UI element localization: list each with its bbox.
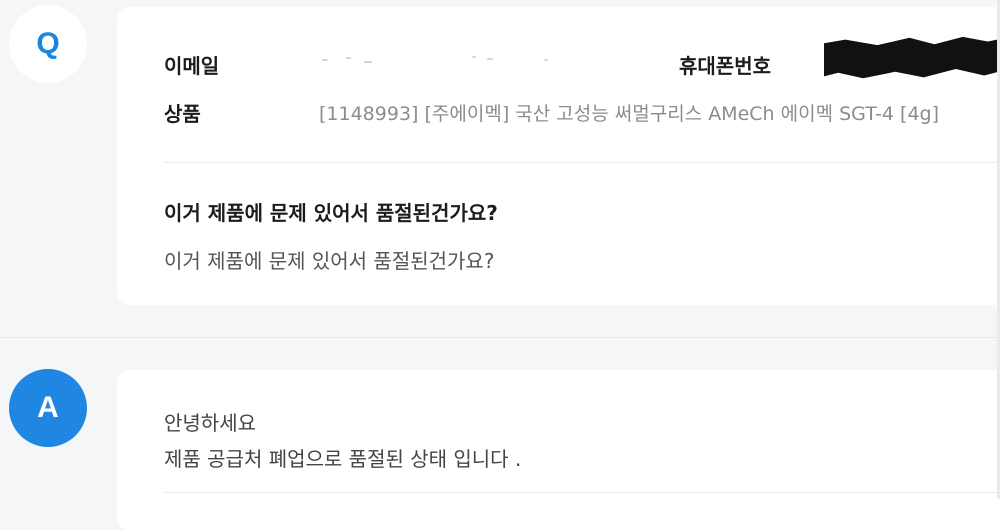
question-avatar-letter: Q <box>36 27 60 60</box>
question-card: 이메일 휴대폰번호 상품 [1148993] [주에이멕] 국산 고성능 써멀구… <box>117 7 1000 305</box>
email-label: 이메일 <box>164 54 220 78</box>
answer-line-2: 제품 공급처 폐업으로 품절된 상태 입니다 . <box>164 447 522 471</box>
section-divider <box>0 337 1000 338</box>
answer-avatar: A <box>9 369 87 447</box>
card-divider <box>164 162 1000 163</box>
answer-card: 안녕하세요 제품 공급처 폐업으로 품절된 상태 입니다 . <box>117 370 1000 530</box>
answer-line-1: 안녕하세요 <box>164 411 256 435</box>
redacted-email-value <box>322 53 552 67</box>
answer-avatar-letter: A <box>37 391 59 424</box>
product-label: 상품 <box>164 102 201 126</box>
redacted-phone-value <box>824 36 1000 79</box>
question-title: 이거 제품에 문제 있어서 품절된건가요? <box>164 201 498 225</box>
product-value: [1148993] [주에이멕] 국산 고성능 써멀구리스 AMeCh 에이멕 … <box>319 103 940 125</box>
question-avatar: Q <box>9 5 87 83</box>
answer-card-divider <box>164 492 1000 493</box>
question-body: 이거 제품에 문제 있어서 품절된건가요? <box>164 249 495 273</box>
phone-label: 휴대폰번호 <box>679 54 771 78</box>
